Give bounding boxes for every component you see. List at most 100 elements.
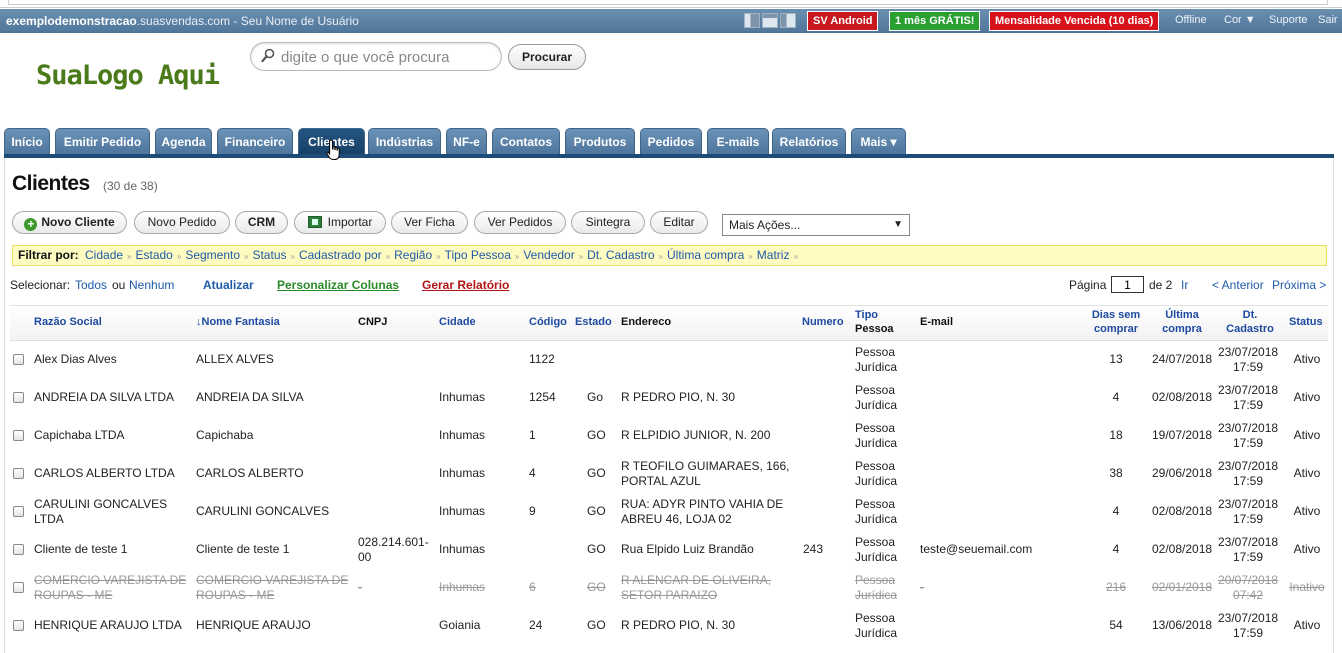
cell-razao-social: CARULINI GONCALVES LTDA (34, 497, 168, 526)
cell-endereco: R PEDRO PIO, N. 30 (621, 618, 736, 632)
crm-button[interactable]: CRM (235, 211, 288, 234)
android-badge[interactable]: SV Android (807, 11, 879, 31)
cell-tipo-pessoa: Pessoa Jurídica (855, 535, 898, 564)
table-row[interactable]: Capichaba LTDA Capichaba Inhumas 1 GO R ELPID… (10, 417, 1328, 455)
table-row[interactable]: Cliente de teste 1 Cliente de teste 1 028.… (10, 531, 1328, 569)
filter-tipo-pessoa[interactable]: Tipo Pessoa (445, 248, 511, 262)
row-checkbox[interactable] (13, 392, 24, 403)
overdue-badge[interactable]: Mensalidade Vencida (10 dias) (989, 11, 1160, 31)
refresh-link[interactable]: Atualizar (203, 278, 254, 292)
filter-separator-icon: » (793, 252, 798, 261)
more-actions-select[interactable]: Mais Ações... ▼ (722, 214, 910, 236)
filter-matriz[interactable]: Matriz (757, 248, 790, 262)
row-checkbox[interactable] (13, 430, 24, 441)
row-checkbox[interactable] (13, 582, 24, 593)
search-icon (261, 48, 275, 63)
filter-estado[interactable]: Estado (136, 248, 173, 262)
tab-emitir-pedido[interactable]: Emitir Pedido (55, 128, 150, 155)
filter-separator-icon: » (514, 252, 520, 261)
col-estado[interactable]: Estado (575, 315, 612, 329)
company-logo[interactable]: SuaLogo Aqui (36, 60, 220, 91)
tab-contatos[interactable]: Contatos (492, 128, 560, 155)
row-checkbox[interactable] (13, 468, 24, 479)
tab-industrias[interactable]: Indústrias (368, 128, 441, 155)
dropdown-arrow-icon: ▼ (893, 219, 903, 230)
edit-button[interactable]: Editar (650, 211, 708, 234)
table-row[interactable]: CARULINI GONCALVES LTDA CARULINI GONCALVES… (10, 493, 1328, 531)
page-number-input[interactable] (1111, 276, 1144, 293)
tab-agenda[interactable]: Agenda (155, 128, 212, 155)
table-row[interactable]: COMERCIO VAREJISTA DE ROUPAS - ME COMERCIO… (10, 569, 1328, 607)
layout-right-icon[interactable] (780, 13, 796, 28)
col-endereco: Endereco (621, 316, 672, 328)
col-nome-fantasia[interactable]: ↓Nome Fantasia (196, 315, 280, 329)
select-none-link[interactable]: Nenhum (129, 278, 174, 292)
filter-separator-icon: » (176, 252, 182, 261)
tab-financeiro[interactable]: Financeiro (217, 128, 293, 155)
customize-columns-link[interactable]: Personalizar Colunas (277, 278, 399, 292)
col-razao-social[interactable]: Razão Social (34, 315, 102, 329)
cell-ultima-compra: 02/01/2018 (1152, 580, 1213, 594)
generate-report-link[interactable]: Gerar Relatório (422, 278, 509, 292)
col-codigo[interactable]: Código (529, 315, 567, 329)
col-dias-sem-comprar[interactable]: Dias sem comprar (1086, 308, 1146, 336)
site-url: exemplodemonstracao.suasvendas.com - Seu… (6, 14, 359, 28)
col-dt-cadastro[interactable]: Dt. Cadastro (1220, 308, 1280, 336)
col-numero[interactable]: Numero (802, 315, 844, 329)
filter-status[interactable]: Status (252, 248, 286, 262)
table-row[interactable]: HENRIQUE ARAUJO LTDA HENRIQUE ARAUJO Goian… (10, 607, 1328, 645)
row-checkbox[interactable] (13, 506, 24, 517)
row-checkbox[interactable] (13, 620, 24, 631)
tab-pedidos[interactable]: Pedidos (640, 128, 702, 155)
go-page-link[interactable]: Ir (1181, 278, 1188, 292)
view-record-button[interactable]: Ver Ficha (391, 211, 468, 234)
cell-ultima-compra: 19/07/2018 (1152, 428, 1213, 442)
layout-top-icon[interactable] (762, 13, 778, 28)
logout-link[interactable]: Sair (1318, 14, 1338, 26)
tab-inicio[interactable]: Início (4, 128, 50, 155)
cell-estado: GO (587, 466, 606, 480)
cell-nome-fantasia: Capichaba (196, 428, 254, 442)
filter-dt-cadastro[interactable]: Dt. Cadastro (587, 248, 654, 262)
view-orders-button[interactable]: Ver Pedidos (474, 211, 566, 234)
sintegra-button[interactable]: Sintegra (571, 211, 645, 234)
support-link[interactable]: Suporte (1269, 14, 1308, 26)
filter-cidade[interactable]: Cidade (85, 248, 123, 262)
row-checkbox[interactable] (13, 544, 24, 555)
table-row[interactable]: Alex Dias Alves ALLEX ALVES 1122 Pessoa Jurí… (10, 341, 1328, 379)
cell-dias-sem-comprar: 4 (1112, 390, 1120, 404)
col-ultima-compra[interactable]: Última compra (1152, 308, 1212, 336)
new-client-button[interactable]: + Novo Cliente (12, 211, 127, 234)
col-status[interactable]: Status (1289, 315, 1323, 329)
previous-page-link[interactable]: < Anterior (1212, 278, 1264, 292)
table-row[interactable]: ANDREIA DA SILVA LTDA ANDREIA DA SILVA Inh… (10, 379, 1328, 417)
filter-segmento[interactable]: Segmento (185, 248, 240, 262)
filter-vendedor[interactable]: Vendedor (523, 248, 574, 262)
free-month-badge[interactable]: 1 mês GRÁTIS! (889, 11, 981, 31)
cell-estado: GO (587, 542, 606, 556)
tab-relatorios[interactable]: Relatórios (772, 128, 846, 155)
col-cidade[interactable]: Cidade (439, 315, 476, 329)
import-button[interactable]: Importar (294, 211, 386, 234)
filter-regiao[interactable]: Região (394, 248, 432, 262)
table-row[interactable]: CARLOS ALBERTO LTDA CARLOS ALBERTO Inhumas… (10, 455, 1328, 493)
col-tipo-pessoa[interactable]: Tipo Pessoa (855, 308, 894, 336)
new-order-button[interactable]: Novo Pedido (134, 211, 230, 234)
tab-nfe[interactable]: NF-e (446, 128, 487, 155)
search-input[interactable] (279, 47, 494, 67)
top-bar: exemplodemonstracao.suasvendas.com - Seu… (0, 9, 1342, 33)
offline-link[interactable]: Offline (1175, 14, 1207, 26)
layout-sidebar-icon[interactable] (744, 13, 760, 28)
next-page-link[interactable]: Próxima > (1272, 278, 1326, 292)
filter-cadastrado-por[interactable]: Cadastrado por (299, 248, 382, 262)
tab-mais[interactable]: Mais ▾ (851, 128, 906, 155)
cell-endereco: R ALENCAR DE OLIVEIRA, SETOR PARAIZO (621, 573, 772, 602)
search-button[interactable]: Procurar (508, 44, 586, 70)
tab-clientes[interactable]: Clientes (298, 128, 365, 155)
filter-ultima-compra[interactable]: Última compra (667, 248, 744, 262)
tab-emails[interactable]: E-mails (707, 128, 769, 155)
tab-produtos[interactable]: Produtos (565, 128, 635, 155)
row-checkbox[interactable] (13, 354, 24, 365)
color-menu[interactable]: Cor ▼ (1224, 14, 1256, 26)
select-all-link[interactable]: Todos (75, 278, 107, 292)
